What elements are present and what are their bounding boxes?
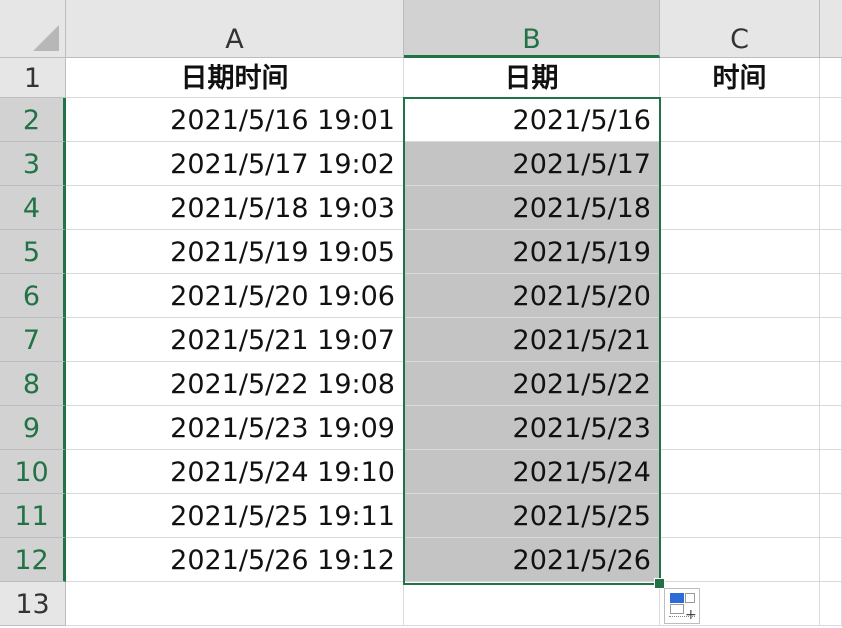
row-header[interactable]: 7 xyxy=(0,318,66,362)
cell-d[interactable] xyxy=(820,142,842,185)
row-header[interactable]: 6 xyxy=(0,274,66,318)
row-header[interactable]: 3 xyxy=(0,142,66,186)
column-header-a[interactable]: A xyxy=(66,0,404,58)
row-header[interactable]: 10 xyxy=(0,450,66,494)
cell-datetime[interactable]: 2021/5/25 19:11 xyxy=(66,494,404,537)
cell-d[interactable] xyxy=(820,230,842,273)
cell-datetime[interactable]: 2021/5/16 19:01 xyxy=(66,98,404,141)
row-header[interactable]: 13 xyxy=(0,582,66,626)
row-header[interactable]: 4 xyxy=(0,186,66,230)
cell-time[interactable] xyxy=(660,538,820,581)
cell-datetime[interactable]: 2021/5/20 19:06 xyxy=(66,274,404,317)
row-header[interactable]: 5 xyxy=(0,230,66,274)
table-row: 2021/5/22 19:08 2021/5/22 xyxy=(66,362,842,406)
column-header-d-partial[interactable] xyxy=(820,0,842,58)
column-header-b[interactable]: B xyxy=(404,0,660,58)
row-header[interactable]: 8 xyxy=(0,362,66,406)
cell-time[interactable] xyxy=(660,230,820,273)
cell-d[interactable] xyxy=(820,186,842,229)
cell-time[interactable] xyxy=(660,142,820,185)
row-header[interactable]: 9 xyxy=(0,406,66,450)
cell-datetime[interactable]: 2021/5/26 19:12 xyxy=(66,538,404,581)
cell-d[interactable] xyxy=(820,58,842,97)
cell-d[interactable] xyxy=(820,318,842,361)
cell-date[interactable]: 2021/5/24 xyxy=(404,450,660,493)
cell-date[interactable]: 2021/5/23 xyxy=(404,406,660,449)
cell-datetime[interactable]: 2021/5/19 19:05 xyxy=(66,230,404,273)
select-all-icon xyxy=(33,25,59,51)
options-icon-part xyxy=(670,604,684,614)
cell-datetime[interactable]: 2021/5/24 19:10 xyxy=(66,450,404,493)
cell-date[interactable]: 2021/5/20 xyxy=(404,274,660,317)
cell-datetime[interactable]: 2021/5/22 19:08 xyxy=(66,362,404,405)
cell-datetime[interactable]: 2021/5/21 19:07 xyxy=(66,318,404,361)
cell-time[interactable] xyxy=(660,406,820,449)
cell-d[interactable] xyxy=(820,362,842,405)
table-row: 2021/5/24 19:10 2021/5/24 xyxy=(66,450,842,494)
header-cell-date[interactable]: 日期 xyxy=(404,58,660,97)
table-row: 2021/5/23 19:09 2021/5/23 xyxy=(66,406,842,450)
cell-d[interactable] xyxy=(820,582,842,625)
cell-date[interactable]: 2021/5/26 xyxy=(404,538,660,581)
select-all-corner[interactable] xyxy=(0,0,66,58)
cell-datetime[interactable]: 2021/5/17 19:02 xyxy=(66,142,404,185)
flash-fill-options-icon xyxy=(670,593,684,603)
table-row: 2021/5/26 19:12 2021/5/26 xyxy=(66,538,842,582)
table-row: 2021/5/19 19:05 2021/5/19 xyxy=(66,230,842,274)
table-row: 2021/5/17 19:02 2021/5/17 xyxy=(66,142,842,186)
options-icon-part xyxy=(685,593,695,603)
table-row: 2021/5/18 19:03 2021/5/18 xyxy=(66,186,842,230)
cell-d[interactable] xyxy=(820,494,842,537)
row-header[interactable]: 11 xyxy=(0,494,66,538)
cell-date[interactable]: 2021/5/17 xyxy=(404,142,660,185)
cell-date[interactable]: 2021/5/22 xyxy=(404,362,660,405)
row-header[interactable]: 12 xyxy=(0,538,66,582)
header-cell-time[interactable]: 时间 xyxy=(660,58,820,97)
flash-fill-options-button[interactable]: + xyxy=(664,588,700,624)
cell-d[interactable] xyxy=(820,406,842,449)
cell-d[interactable] xyxy=(820,98,842,141)
table-row xyxy=(66,582,842,626)
table-row: 2021/5/20 19:06 2021/5/20 xyxy=(66,274,842,318)
cell-date[interactable]: 2021/5/25 xyxy=(404,494,660,537)
cell-datetime[interactable]: 2021/5/18 19:03 xyxy=(66,186,404,229)
cell-time[interactable] xyxy=(660,186,820,229)
cell-datetime[interactable]: 2021/5/23 19:09 xyxy=(66,406,404,449)
cell-d[interactable] xyxy=(820,450,842,493)
cell-d[interactable] xyxy=(820,274,842,317)
cell-date[interactable]: 2021/5/19 xyxy=(404,230,660,273)
options-icon-dots xyxy=(669,616,695,617)
table-row: 2021/5/25 19:11 2021/5/25 xyxy=(66,494,842,538)
column-header-c[interactable]: C xyxy=(660,0,820,58)
cell-time[interactable] xyxy=(660,362,820,405)
cell-d[interactable] xyxy=(820,538,842,581)
cell-datetime[interactable] xyxy=(66,582,404,625)
table-row: 日期时间 日期 时间 xyxy=(66,58,842,98)
cell-date[interactable]: 2021/5/21 xyxy=(404,318,660,361)
table-row: 2021/5/16 19:01 2021/5/16 xyxy=(66,98,842,142)
table-row: 2021/5/21 19:07 2021/5/21 xyxy=(66,318,842,362)
header-cell-datetime[interactable]: 日期时间 xyxy=(66,58,404,97)
row-header[interactable]: 1 xyxy=(0,58,66,98)
cell-time[interactable] xyxy=(660,98,820,141)
cell-date[interactable] xyxy=(404,582,660,625)
cell-date[interactable]: 2021/5/16 xyxy=(404,98,660,141)
cell-time[interactable] xyxy=(660,494,820,537)
options-icon-plus: + xyxy=(685,607,697,623)
cell-time[interactable] xyxy=(660,274,820,317)
cell-time[interactable] xyxy=(660,318,820,361)
cell-date[interactable]: 2021/5/18 xyxy=(404,186,660,229)
cell-time[interactable] xyxy=(660,450,820,493)
row-header[interactable]: 2 xyxy=(0,98,66,142)
